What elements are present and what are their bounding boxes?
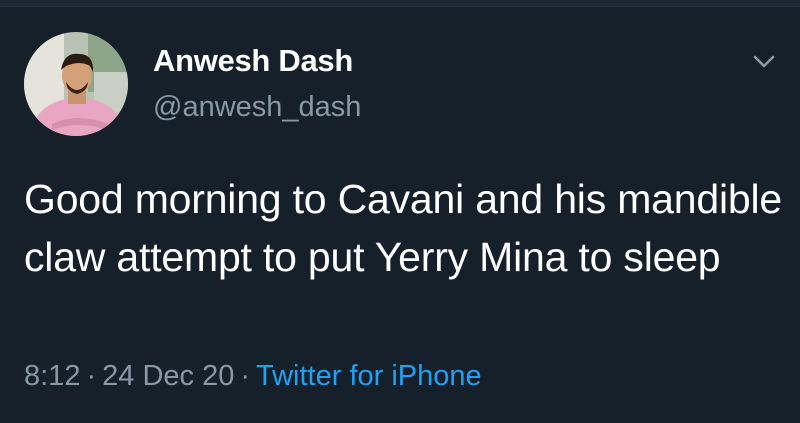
top-divider	[0, 0, 800, 7]
user-avatar-photo-icon	[24, 32, 128, 136]
tweet-metadata: 8:12 · 24 Dec 20 · Twitter for iPhone	[24, 360, 482, 393]
chevron-down-icon	[753, 55, 775, 68]
tweet-time[interactable]: 8:12	[24, 360, 80, 392]
tweet-text: Good morning to Cavani and his mandible …	[24, 176, 782, 280]
separator: ·	[240, 360, 250, 392]
tweet-source-link[interactable]: Twitter for iPhone	[256, 360, 482, 392]
user-handle[interactable]: @anwesh_dash	[153, 91, 361, 124]
separator: ·	[86, 360, 97, 392]
tweet-date[interactable]: 24 Dec 20	[102, 360, 234, 392]
tweet-menu-button[interactable]	[748, 48, 780, 76]
avatar[interactable]	[24, 32, 128, 136]
display-name[interactable]: Anwesh Dash	[153, 43, 353, 79]
